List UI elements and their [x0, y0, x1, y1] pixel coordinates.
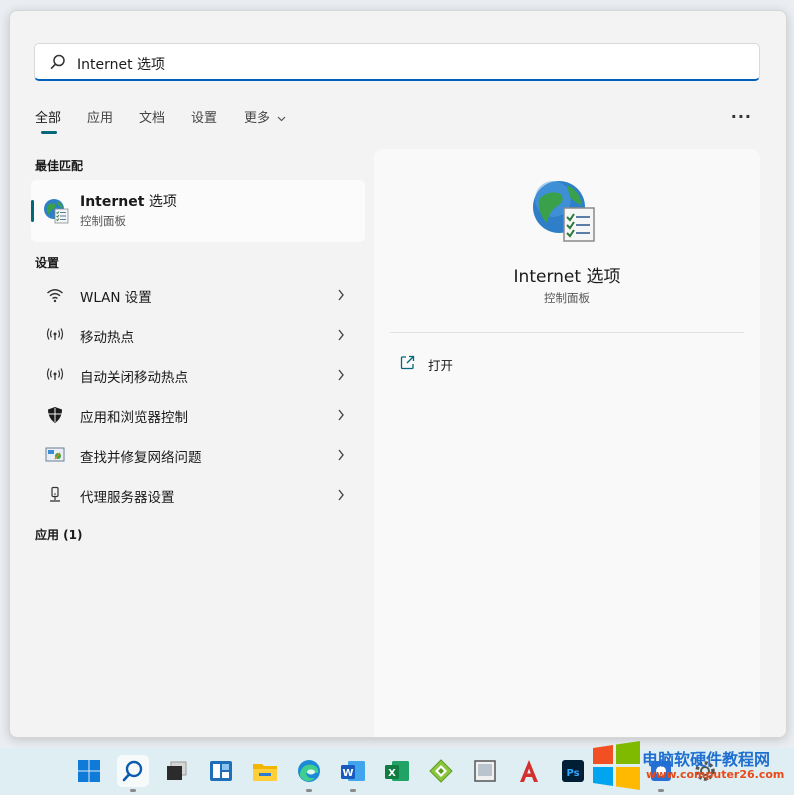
word-glyph: W — [341, 761, 365, 781]
windows-flag-logo — [593, 741, 640, 790]
running-indicator — [130, 789, 136, 792]
shield-icon — [48, 407, 62, 423]
widgets-glyph — [210, 761, 232, 781]
chevron-right-icon — [338, 369, 344, 381]
selection-indicator — [31, 200, 34, 222]
settings-item-mobile-hotspot[interactable]: 移动热点 — [31, 316, 365, 354]
tab-all-label: 全部 — [35, 111, 62, 126]
settings-item-proxy[interactable]: 代理服务器设置 — [31, 476, 365, 514]
chevron-right-icon — [338, 409, 344, 421]
settings-item-label: WLAN 设置 — [80, 290, 152, 306]
settings-item-app-browser-control[interactable]: 应用和浏览器控制 — [31, 396, 365, 434]
svg-text:X: X — [388, 768, 396, 779]
app-green-icon[interactable] — [425, 755, 457, 787]
taskbar-search-button[interactable] — [117, 755, 149, 792]
settings-item-label: 查找并修复网络问题 — [80, 450, 202, 466]
search-input[interactable]: Internet 选项 — [77, 54, 165, 74]
settings-item-network-troubleshoot[interactable]: 查找并修复网络问题 — [31, 436, 365, 474]
task-view-glyph — [167, 761, 187, 780]
wifi-icon — [47, 289, 63, 303]
settings-item-wlan[interactable]: WLAN 设置 — [31, 276, 365, 314]
divider — [390, 332, 744, 333]
running-indicator — [350, 789, 356, 792]
svg-text:Ps: Ps — [566, 768, 579, 779]
ps-glyph: Ps — [562, 760, 584, 782]
best-match-result[interactable]: Internet 选项 控制面板 — [31, 180, 365, 242]
tab-more-label: 更多 — [244, 111, 271, 126]
best-match-title-suffix: 选项 — [148, 194, 177, 210]
chevron-right-icon — [338, 289, 344, 301]
edge-glyph — [298, 760, 320, 782]
detail-subtitle: 控制面板 — [544, 291, 590, 305]
more-options-button[interactable]: ··· — [731, 107, 752, 126]
tab-documents-label: 文档 — [139, 111, 166, 126]
proxy-icon — [50, 486, 60, 502]
photoshop-icon[interactable]: Ps — [557, 755, 589, 787]
settings-item-label: 应用和浏览器控制 — [80, 410, 188, 426]
folder-glyph — [253, 764, 277, 781]
tab-apps[interactable]: 应用 — [87, 107, 113, 126]
settings-item-label: 代理服务器设置 — [80, 490, 175, 506]
hotspot-icon — [46, 328, 64, 340]
chevron-right-icon — [338, 449, 344, 461]
file-explorer-icon[interactable] — [249, 755, 281, 787]
excel-glyph: X — [385, 761, 409, 781]
open-button-label: 打开 — [428, 358, 454, 373]
svg-text:W: W — [342, 768, 353, 779]
network-troubleshoot-icon — [45, 447, 65, 462]
watermark-title: 电脑软硬件教程网 — [642, 750, 771, 769]
tab-settings-label: 设置 — [191, 111, 218, 126]
task-view-icon[interactable] — [161, 755, 193, 787]
site-watermark: 电脑软硬件教程网 www.computer26.com — [590, 738, 794, 795]
best-match-heading: 最佳匹配 — [35, 159, 84, 173]
red-a-glyph — [520, 760, 538, 782]
tab-all[interactable]: 全部 — [35, 107, 62, 134]
apps-heading[interactable]: 应用 (1) — [35, 526, 83, 543]
running-indicator — [306, 789, 312, 792]
window-glyph — [474, 760, 496, 782]
edge-icon[interactable] — [293, 755, 325, 792]
search-icon — [122, 760, 143, 782]
best-match-title: Internet 选项 — [80, 191, 177, 211]
open-external-icon — [400, 355, 415, 370]
settings-item-auto-off-hotspot[interactable]: 自动关闭移动热点 — [31, 356, 365, 394]
best-match-title-bold: Internet — [80, 194, 145, 210]
settings-item-label: 移动热点 — [80, 330, 134, 346]
internet-options-large-icon — [533, 181, 595, 242]
tab-documents[interactable]: 文档 — [139, 107, 165, 126]
search-box[interactable]: Internet 选项 — [34, 43, 760, 81]
windows-start-icon[interactable] — [73, 755, 105, 787]
search-panel: Internet 选项 全部 应用 文档 设置 更多 ··· 最佳匹配 Inte… — [9, 10, 787, 738]
tab-settings[interactable]: 设置 — [191, 107, 217, 126]
result-detail-pane: Internet 选项 控制面板 打开 — [374, 149, 760, 737]
detail-title: Internet 选项 — [513, 267, 621, 287]
search-icon — [50, 54, 65, 69]
windows-logo-icon — [78, 760, 100, 782]
excel-icon[interactable]: X — [381, 755, 413, 787]
internet-options-icon — [44, 199, 69, 224]
chevron-right-icon — [338, 489, 344, 501]
tab-more[interactable]: 更多 — [244, 107, 286, 126]
hotspot-icon — [46, 368, 64, 380]
settings-item-label: 自动关闭移动热点 — [80, 370, 188, 386]
chevron-right-icon — [338, 329, 344, 341]
green-diamond-glyph — [429, 759, 453, 783]
settings-heading: 设置 — [35, 256, 60, 270]
app-red-a-icon[interactable] — [513, 755, 545, 787]
word-icon[interactable]: W — [337, 755, 369, 792]
app-window-icon[interactable] — [469, 755, 501, 787]
widgets-icon[interactable] — [205, 755, 237, 787]
watermark-url: www.computer26.com — [646, 768, 785, 781]
chevron-down-icon — [277, 116, 286, 121]
tab-apps-label: 应用 — [87, 111, 114, 126]
active-tab-indicator — [41, 131, 57, 134]
best-match-subtitle: 控制面板 — [80, 214, 126, 228]
